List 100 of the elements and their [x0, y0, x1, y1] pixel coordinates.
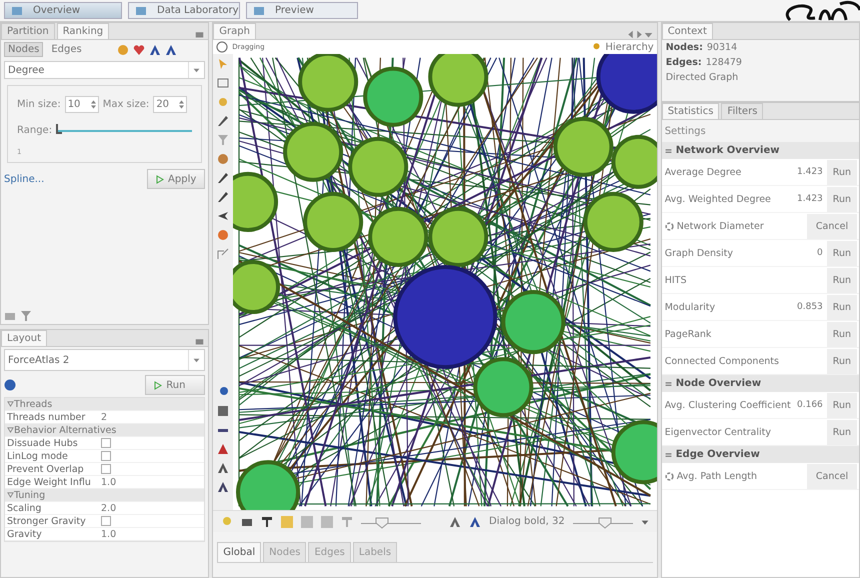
export-icon[interactable]: [217, 248, 230, 260]
min-size-field[interactable]: 10: [64, 96, 99, 113]
collapse-icon[interactable]: [664, 147, 672, 154]
sub-tab[interactable]: Nodes: [4, 42, 44, 57]
run-button[interactable]: Run: [826, 160, 857, 184]
spline-link[interactable]: Spline...: [4, 174, 44, 184]
property-group[interactable]: Threads: [14, 398, 52, 410]
edges-label: Edges:: [666, 57, 702, 68]
workspace-tab[interactable]: Preview: [246, 2, 358, 19]
letter-icon[interactable]: [217, 462, 230, 474]
cancel-button[interactable]: Cancel: [807, 214, 857, 238]
minimize-icon[interactable]: [195, 337, 204, 346]
checkbox[interactable]: [101, 438, 111, 448]
cancel-button[interactable]: Cancel: [807, 464, 857, 488]
property-name: Dissuade Hubs: [7, 438, 79, 448]
checkbox[interactable]: [101, 451, 111, 461]
square-icon[interactable]: [217, 405, 230, 417]
pencil-icon[interactable]: [217, 191, 230, 203]
filter-icon[interactable]: [20, 310, 32, 322]
panel-tab[interactable]: Ranking: [56, 23, 110, 39]
hierarchy-button[interactable]: Hierarchy: [605, 42, 654, 52]
run-button[interactable]: Run: [826, 392, 857, 418]
slider-thumb[interactable]: [56, 124, 62, 134]
slider-thumb[interactable]: [375, 516, 390, 528]
run-button[interactable]: Run: [826, 420, 857, 444]
property-group[interactable]: Tuning: [14, 490, 46, 500]
statistic-name: Eigenvector Centrality: [664, 426, 771, 438]
run-button[interactable]: Run: [145, 375, 206, 395]
run-button[interactable]: Run: [826, 268, 857, 292]
property-value[interactable]: 2: [101, 412, 108, 422]
node-circle[interactable]: [303, 192, 364, 252]
statistic-value: 1.423: [797, 194, 823, 204]
triangle-icon[interactable]: [217, 443, 230, 455]
node-circle[interactable]: [348, 136, 408, 197]
slider-thumb[interactable]: [598, 516, 612, 528]
letter-icon[interactable]: [165, 44, 178, 56]
caret-icon: [193, 358, 200, 362]
settings-tab[interactable]: Edges: [308, 542, 351, 562]
run-button[interactable]: Run: [826, 348, 857, 374]
algorithm-dropdown[interactable]: ForceAtlas 2: [4, 349, 206, 371]
property-name: Gravity: [7, 528, 43, 540]
pencil-icon[interactable]: [217, 172, 230, 184]
checkbox[interactable]: [101, 464, 111, 474]
property-value[interactable]: 2.0: [101, 502, 116, 514]
node-circle[interactable]: [363, 66, 424, 127]
run-button[interactable]: Run: [826, 322, 857, 346]
pencil-icon[interactable]: [217, 115, 230, 127]
spinner-icon: [664, 472, 674, 480]
statistic-name: HITS: [664, 274, 686, 286]
heart-icon[interactable]: [133, 44, 146, 56]
run-button[interactable]: Run: [826, 240, 857, 266]
node-circle[interactable]: [428, 206, 489, 267]
statistic-value: 0.853: [797, 302, 823, 312]
settings-tab[interactable]: Global: [217, 542, 262, 562]
property-value[interactable]: 1.0: [101, 476, 116, 488]
collapse-icon[interactable]: [664, 380, 672, 387]
letter-icon[interactable]: [149, 44, 162, 56]
letter-icon[interactable]: [469, 516, 481, 528]
panel-tab[interactable]: Context: [662, 23, 713, 39]
font-label[interactable]: Dialog bold, 32: [489, 516, 565, 527]
checkbox[interactable]: [101, 516, 111, 526]
property-name: Stronger Gravity: [7, 516, 87, 526]
panel-tab[interactable]: Statistics: [662, 103, 720, 119]
node-circle[interactable]: [474, 357, 534, 418]
letter-icon[interactable]: [217, 481, 230, 493]
statistic-name: Modularity: [664, 302, 716, 312]
apply-button[interactable]: Apply: [147, 169, 206, 189]
circle-icon[interactable]: [217, 229, 230, 241]
property-value[interactable]: 1.0: [101, 528, 116, 540]
stepper-icon[interactable]: [90, 100, 96, 109]
node-circle[interactable]: [584, 192, 644, 252]
workspace-tab[interactable]: Data Laboratory: [128, 2, 240, 19]
panel-tab[interactable]: Filters: [721, 103, 764, 119]
panel-tab[interactable]: Layout: [1, 330, 47, 346]
sub-tab[interactable]: Edges: [47, 42, 86, 57]
run-button[interactable]: Run: [826, 186, 857, 212]
node-circle[interactable]: [502, 290, 566, 354]
node-circle[interactable]: [368, 206, 428, 267]
run-button[interactable]: Run: [826, 294, 857, 320]
statistic-value: 1.423: [797, 167, 823, 177]
node-circle[interactable]: [554, 116, 614, 177]
minimize-icon[interactable]: [195, 30, 204, 39]
rectangle-select-icon[interactable]: [217, 77, 230, 89]
settings-tab[interactable]: Labels: [352, 542, 398, 562]
max-size-field[interactable]: 20: [153, 96, 188, 113]
panel-tab[interactable]: Partition: [1, 23, 55, 39]
stepper-icon[interactable]: [179, 100, 184, 109]
node-circle[interactable]: [393, 264, 498, 370]
node-circle[interactable]: [283, 122, 344, 182]
text-icon[interactable]: [261, 516, 274, 528]
property-name: Scaling: [7, 502, 42, 514]
letter-icon[interactable]: [449, 516, 461, 528]
statistic-value: 0.166: [797, 400, 823, 410]
workspace-tab[interactable]: Overview: [4, 2, 122, 19]
collapse-icon[interactable]: [664, 451, 672, 458]
panel-tab[interactable]: Graph: [213, 23, 256, 39]
graph-type: Directed Graph: [666, 72, 740, 83]
attribute-dropdown[interactable]: Degree: [4, 61, 206, 79]
settings-link[interactable]: Settings: [664, 126, 706, 136]
settings-tab[interactable]: Nodes: [263, 542, 306, 562]
